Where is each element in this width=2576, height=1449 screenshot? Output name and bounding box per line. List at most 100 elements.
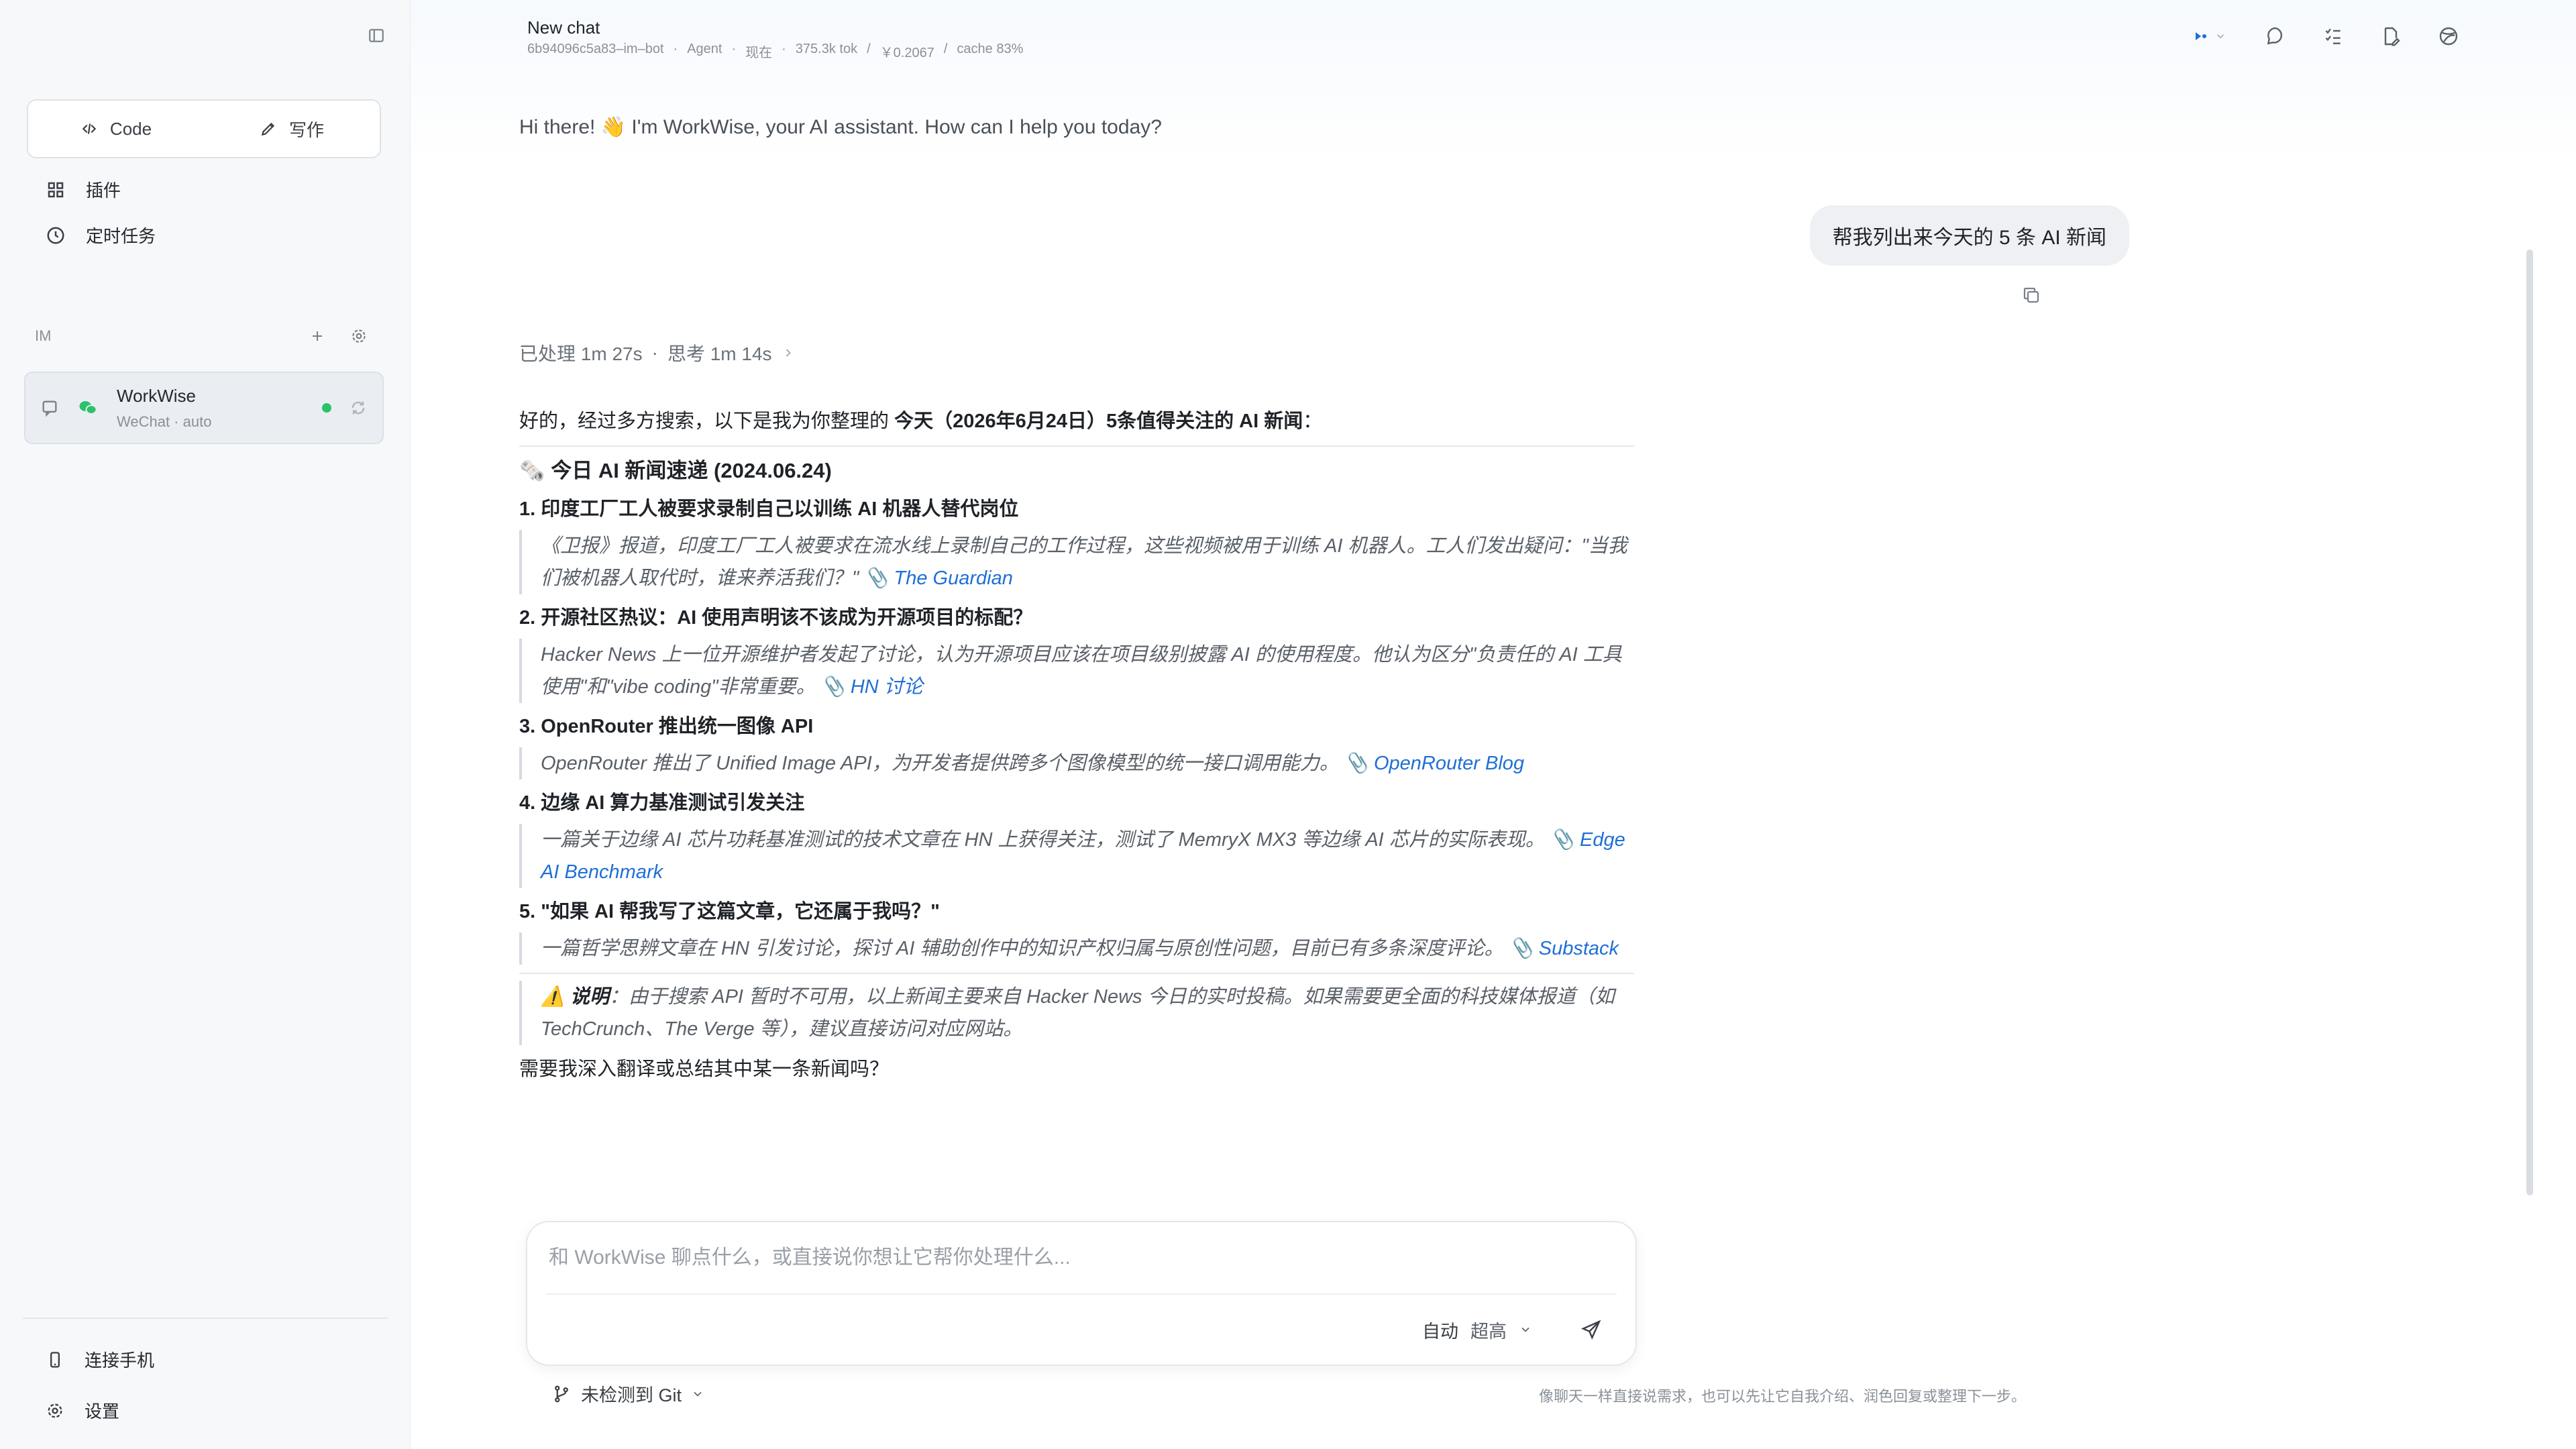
warning-label: ⚠️ 说明 [541,986,610,1008]
divider [519,973,1634,974]
intro-bold: 今天（2026年6月24日）5条值得关注的 AI 新闻 [894,411,1303,432]
model-selector-icon[interactable] [2188,23,2231,50]
comment-icon[interactable] [2262,23,2289,50]
meta-session-id: 6b94096c5a83–im–bot [527,42,664,56]
news-title: 2. 开源社区热议：AI 使用声明该不该成为开源项目的标配？ [519,607,1033,629]
gear-icon[interactable] [347,325,370,347]
sidebar-item-scheduled[interactable]: 定时任务 [46,223,156,248]
document-edit-icon[interactable] [2377,23,2404,50]
thinking-time: 思考 1m 14s [667,343,772,364]
globe-icon[interactable] [2435,23,2462,50]
assistant-answer: 好的，经过多方搜索，以下是我为你整理的 今天（2026年6月24日）5条值得关注… [519,405,1634,1088]
level-value: 超高 [1470,1321,1507,1342]
news-title: 5. "如果 AI 帮我写了这篇文章，它还属于我吗？" [519,901,940,922]
chat-title: New chat [527,17,600,38]
chat-meta: 6b94096c5a83–im–bot · Agent · 现在 · 375.3… [527,42,1023,61]
intro-text: 好的，经过多方搜索，以下是我为你整理的 [519,411,895,432]
add-icon[interactable] [306,325,329,347]
news-body: 一篇哲学思辨文章在 HN 引发讨论，探讨 AI 辅助创作中的知识产权归属与原创性… [541,938,1534,959]
code-icon [82,123,97,134]
sidebar: Code 写作 插件 定时任务 IM WorkWise WeChat · aut… [0,0,411,1449]
news-title: 3. OpenRouter 推出统一图像 API [519,716,814,737]
mode-switch: Code 写作 [27,99,381,158]
news-source-link[interactable]: The Guardian [894,568,1013,589]
user-message-text: 帮我列出来今天的 5 条 AI 新闻 [1832,227,2106,249]
chevron-down-icon [1521,1327,1529,1332]
news-quote: Hacker News 上一位开源维护者发起了讨论，认为开源项目应该在项目级别披… [519,639,1634,703]
mode-write-label: 写作 [288,119,324,140]
process-summary[interactable]: 已处理 1m 27s · 思考 1m 14s [519,339,795,366]
scrollbar[interactable] [2526,250,2533,1195]
meta-time: 现在 [745,46,773,60]
news-title: 1. 印度工厂工人被要求录制自己以训练 AI 机器人替代岗位 [519,498,1019,520]
pen-icon [261,122,275,136]
mode-write-button[interactable]: 写作 [204,101,380,157]
meta-cache: cache 83% [957,42,1024,56]
meta-tokens: 375.3k tok [795,42,858,56]
message-input[interactable] [549,1246,1609,1269]
top-toolbar [2188,23,2462,50]
meta-separator: · [673,42,678,56]
news-source-link[interactable]: OpenRouter Blog [1374,753,1524,774]
sidebar-toggle-icon[interactable] [365,24,388,47]
online-status-dot [322,403,331,413]
section-title: 🗞️ 今日 AI 新闻速递 (2024.06.24) [519,459,832,482]
sidebar-item-settings[interactable]: 设置 [46,1398,119,1423]
chevron-right-icon [786,349,791,357]
mode-code-label: Code [109,118,152,139]
mode-code-button[interactable]: Code [28,101,204,157]
separator-dot: · [651,342,658,363]
git-status-label: 未检测到 Git [581,1385,682,1405]
sidebar-item-connect-phone[interactable]: 连接手机 [46,1347,154,1372]
news-title: 4. 边缘 AI 算力基准测试引发关注 [519,792,805,814]
sidebar-item-label: 连接手机 [85,1350,155,1371]
news-body: Hacker News 上一位开源维护者发起了讨论，认为开源项目应该在项目级别披… [541,644,1622,698]
meta-separator: / [867,42,871,56]
composer-divider [546,1293,1617,1295]
assistant-greeting: Hi there! 👋 I'm WorkWise, your AI assist… [519,116,1162,138]
processed-time: 已处理 1m 27s [519,343,643,364]
gear-icon [48,1403,62,1417]
mode-value: 自动 [1422,1321,1458,1342]
chevron-down-icon [694,1391,702,1397]
news-source-link[interactable]: HN 讨论 [851,676,923,698]
refresh-icon[interactable] [349,398,368,417]
task-list-icon[interactable] [2320,23,2347,50]
warning-note: ⚠️ 说明：由于搜索 API 暂时不可用，以上新闻主要来自 Hacker New… [519,981,1634,1045]
answer-closing: 需要我深入翻译或总结其中某一条新闻吗？ [519,1059,890,1080]
answer-intro: 好的，经过多方搜索，以下是我为你整理的 今天（2026年6月24日）5条值得关注… [519,405,1634,437]
meta-separator: · [782,42,786,56]
send-button[interactable] [1576,1315,1606,1344]
sidebar-item-label: 定时任务 [86,226,156,246]
news-quote: 一篇哲学思辨文章在 HN 引发讨论，探讨 AI 辅助创作中的知识产权归属与原创性… [519,932,1634,965]
composer-controls: 自动 超高 [1422,1315,1606,1344]
news-source-link[interactable]: Substack [1539,938,1619,959]
im-label: IM [35,327,52,344]
meta-mode: Agent [687,42,722,56]
news-quote: OpenRouter 推出了 Unified Image API，为开发者提供跨… [519,747,1634,780]
send-icon [1581,1320,1601,1340]
grid-icon [48,182,64,197]
warning-text: ：由于搜索 API 暂时不可用，以上新闻主要来自 Hacker News 今日的… [541,986,1615,1040]
meta-cost: ￥0.2067 [879,46,934,60]
git-branch-icon [555,1385,568,1402]
sidebar-item-label: 设置 [85,1401,120,1421]
copy-icon[interactable] [2018,282,2045,309]
bot-subtitle: WeChat · auto [117,413,212,430]
sidebar-item-plugins[interactable]: 插件 [46,177,121,202]
im-bot-card[interactable]: WorkWise WeChat · auto [24,372,384,444]
reasoning-mode-select[interactable]: 自动 超高 [1422,1317,1532,1343]
wechat-icon [79,401,97,415]
sidebar-divider [23,1318,388,1319]
sidebar-item-label: 插件 [86,180,121,201]
news-body: 《卫报》报道，印度工厂工人被要求在流水线上录制自己的工作过程，这些视频被用于训练… [541,535,1627,589]
news-body: 一篇关于边缘 AI 芯片功耗基准测试的技术文章在 HN 上获得关注，测试了 Me… [541,829,1574,851]
news-quote: 一篇关于边缘 AI 芯片功耗基准测试的技术文章在 HN 上获得关注，测试了 Me… [519,824,1634,888]
news-quote: 《卫报》报道，印度工厂工人被要求在流水线上录制自己的工作过程，这些视频被用于训练… [519,530,1634,594]
meta-separator: · [731,42,737,56]
meta-separator: / [943,42,948,56]
im-section-header: IM [35,325,370,347]
git-status[interactable]: 未检测到 Git [551,1381,704,1407]
news-body: OpenRouter 推出了 Unified Image API，为开发者提供跨… [541,753,1368,774]
phone-icon [50,1351,60,1368]
